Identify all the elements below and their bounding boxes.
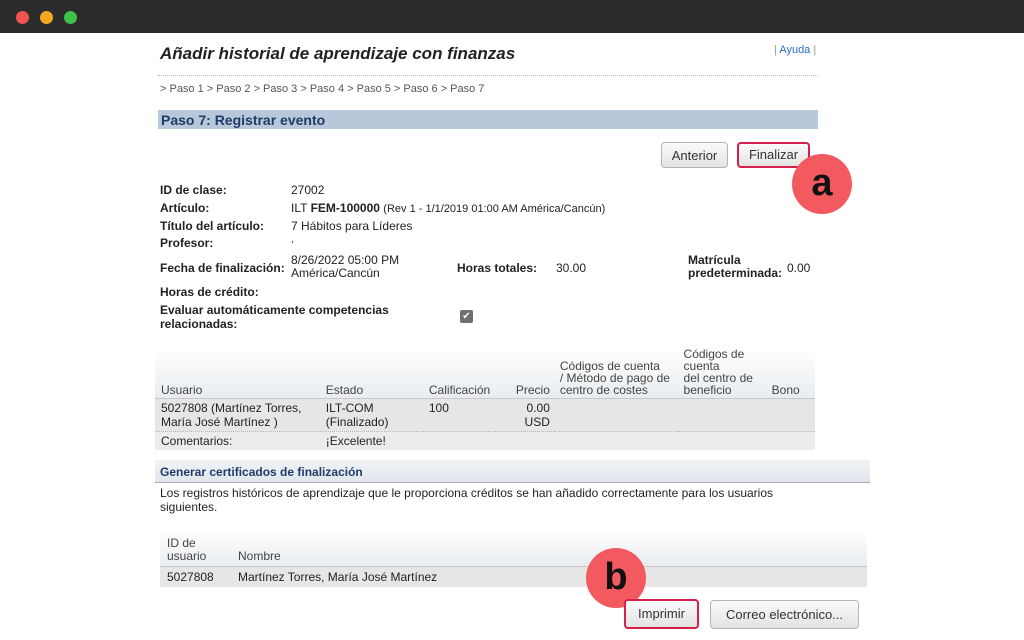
end-date-value: 8/26/2022 05:00 PM América/Cancún <box>291 254 399 280</box>
window-minimize-button[interactable] <box>40 11 53 24</box>
certificates-table: ID de usuario Nombre 5027808 Martínez To… <box>160 530 867 587</box>
user-id-header-line2: usuario <box>167 549 207 563</box>
status-cell-line2: (Finalizado) <box>325 415 389 429</box>
auto-eval-label-1: Evaluar automáticamente competencias <box>160 303 389 317</box>
total-hours-label: Horas totales: <box>457 261 538 275</box>
profit-center-cell <box>677 398 766 432</box>
user-cell-line2: María José Martínez ) <box>161 415 278 429</box>
class-id-label: ID de clase: <box>160 183 227 197</box>
column-header-name: Nombre <box>231 530 867 567</box>
total-hours-value: 30.00 <box>556 261 587 275</box>
separator: | <box>774 44 777 56</box>
column-header-user: Usuario <box>155 348 320 399</box>
end-date-label: Fecha de finalización: <box>160 261 285 275</box>
window-maximize-button[interactable] <box>64 11 77 24</box>
breadcrumb[interactable]: > Paso 1 > Paso 2 > Paso 3 > Paso 4 > Pa… <box>160 83 484 95</box>
user-cell-line1: 5027808 (Martínez Torres, <box>161 401 302 415</box>
email-button[interactable]: Correo electrónico... <box>710 600 859 629</box>
column-header-grade: Calificación <box>422 348 495 399</box>
comments-label: Comentarios: <box>155 431 320 450</box>
users-table: Usuario Estado Calificación Precio Códig… <box>155 348 815 450</box>
cost-center-header-line3: centro de costes <box>559 383 648 397</box>
default-tuition-label: Matrícula predeterminada: <box>688 254 782 280</box>
divider <box>158 75 818 76</box>
table-header-row: Usuario Estado Calificación Precio Códig… <box>155 348 815 399</box>
class-id-value: 27002 <box>291 183 325 197</box>
auto-eval-label: Evaluar automáticamente competencias rel… <box>160 303 389 331</box>
certificates-section-header: Generar certificados de finalización <box>155 460 870 483</box>
table-row: 5027808 (Martínez Torres, María José Mar… <box>155 398 815 432</box>
article-label: Artículo: <box>160 201 210 215</box>
section-title: Paso 7: Registrar evento <box>161 112 326 128</box>
previous-button[interactable]: Anterior <box>661 142 728 168</box>
column-header-status: Estado <box>319 348 423 399</box>
profit-center-header-line4: beneficio <box>683 383 732 397</box>
separator: | <box>813 44 817 56</box>
annotation-badge-a: a <box>792 154 852 214</box>
help-link[interactable]: Ayuda <box>779 44 810 56</box>
article-title-value: 7 Hábitos para Líderes <box>291 219 413 233</box>
article-revision: (Rev 1 - 1/1/2019 01:00 AM América/Cancú… <box>383 203 606 215</box>
help-link-group: | Ayuda | <box>774 44 816 56</box>
user-id-cell: 5027808 <box>160 566 231 587</box>
window-titlebar <box>0 0 1024 33</box>
auto-eval-checkbox[interactable]: ✔ <box>460 310 473 323</box>
article-title-label: Título del artículo: <box>160 219 264 233</box>
column-header-profit-center: Códigos de cuenta del centro de benefici… <box>677 348 766 399</box>
price-cell: 0.00 USD <box>494 398 554 432</box>
table-header-row: ID de usuario Nombre <box>160 530 867 567</box>
column-header-price: Precio <box>494 348 554 399</box>
window-close-button[interactable] <box>16 11 29 24</box>
user-cell: 5027808 (Martínez Torres, María José Mar… <box>155 398 320 432</box>
status-cell: ILT-COM (Finalizado) <box>319 398 423 432</box>
default-tuition-value: 0.00 <box>787 261 811 275</box>
instructor-value: , <box>291 234 294 245</box>
end-date-line2: América/Cancún <box>291 266 380 280</box>
status-cell-line1: ILT-COM <box>325 401 374 415</box>
step-section-header: Paso 7: Registrar evento <box>158 110 818 129</box>
page-title: Añadir historial de aprendizaje con fina… <box>160 44 516 63</box>
article-value: ILT FEM-100000 (Rev 1 - 1/1/2019 01:00 A… <box>291 201 605 215</box>
print-button[interactable]: Imprimir <box>624 599 699 629</box>
column-header-user-id: ID de usuario <box>160 530 231 567</box>
auto-eval-label-2: relacionadas: <box>160 317 238 331</box>
table-row: 5027808 Martínez Torres, María José Mart… <box>160 566 867 587</box>
article-code: FEM-100000 <box>310 201 380 215</box>
comments-value: ¡Excelente! <box>319 431 815 450</box>
cost-center-cell <box>553 398 678 432</box>
column-header-cost-center: Códigos de cuenta / Método de pago de ce… <box>553 348 678 399</box>
bonus-cell <box>765 398 815 432</box>
certificates-title: Generar certificados de finalización <box>160 465 363 479</box>
instructor-label: Profesor: <box>160 236 214 250</box>
credit-hours-label: Horas de crédito: <box>160 285 259 299</box>
certificates-message: Los registros históricos de aprendizaje … <box>160 486 774 514</box>
comments-row: Comentarios: ¡Excelente! <box>155 431 815 450</box>
default-tuition-label-2: predeterminada: <box>688 266 783 280</box>
article-prefix: ILT <box>291 201 308 215</box>
column-header-bonus: Bono <box>765 348 815 399</box>
user-name-cell: Martínez Torres, María José Martínez <box>231 566 867 587</box>
grade-cell: 100 <box>422 398 495 432</box>
